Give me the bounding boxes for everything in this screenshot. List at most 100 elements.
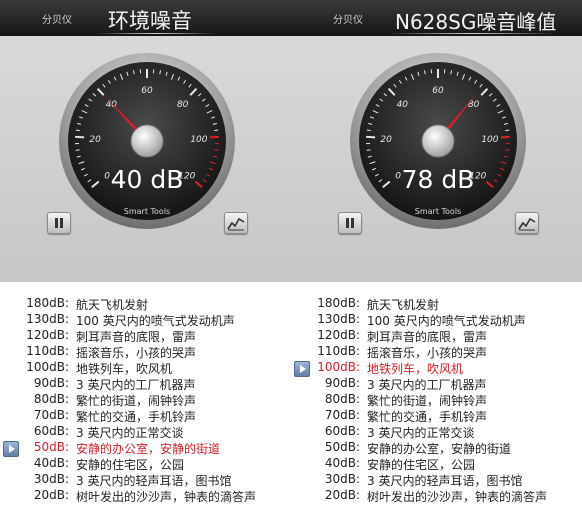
- list-item: 110dB: 摇滚音乐，小孩的哭声: [0, 344, 291, 360]
- gauge-tick: [75, 135, 85, 139]
- title-underline: [96, 33, 216, 34]
- gauge-reading: 40 dB: [111, 165, 184, 194]
- list-item: 90dB: 3 英尺内的工厂机器声: [0, 376, 291, 392]
- gauge-tick-label: 0: [104, 171, 110, 181]
- level-description: 100 英尺内的喷气式发动机声: [367, 314, 526, 328]
- gauge-tick: [209, 135, 219, 139]
- level-description: 树叶发出的沙沙声，钟表的滴答声: [367, 490, 548, 504]
- gauge-tick-label: 20: [380, 135, 392, 145]
- gauge-tick-label: 60: [141, 86, 153, 96]
- level-value: 180dB:: [317, 296, 360, 310]
- gauge-tick: [505, 129, 510, 132]
- brand-label: Smart Tools: [124, 207, 170, 216]
- list-item: 80dB: 繁忙的街道，闹钟铃声: [0, 392, 291, 408]
- list-item-current-level: 50dB: 安静的办公室，安静的街道: [0, 440, 291, 457]
- gauge-tick-label: 100: [190, 135, 207, 145]
- sound-level-gauge: 02040608010012078 dBSmart Tools: [350, 53, 526, 229]
- meter-area: 0 20 40 60 80 100 120 40 dB Smart Tools: [0, 36, 291, 282]
- list-item: 40dB: 安静的住宅区，公园: [0, 456, 291, 472]
- level-value: 120dB:: [26, 328, 69, 342]
- gauge-tick-label: 80: [177, 100, 189, 110]
- list-item: 180dB: 航天飞机发射: [0, 296, 291, 312]
- level-value: 100dB:: [26, 360, 69, 374]
- play-icon: [3, 441, 19, 457]
- level-description: 安静的办公室，安静的街道: [76, 442, 221, 456]
- list-item: 70dB: 繁忙的交通，手机铃声: [0, 408, 291, 424]
- level-description: 树叶发出的沙沙声，钟表的滴答声: [76, 490, 257, 504]
- list-item: 120dB: 刺耳声音的底限，雷声: [0, 328, 291, 344]
- gauge-tick: [75, 149, 80, 151]
- gauge-tick-label: 20: [89, 135, 101, 145]
- level-description: 繁忙的街道，闹钟铃声: [367, 394, 488, 408]
- level-value: 120dB:: [317, 328, 360, 342]
- level-value: 60dB:: [324, 424, 360, 438]
- list-item: 90dB: 3 英尺内的工厂机器声: [291, 376, 582, 392]
- level-value: 70dB:: [324, 408, 360, 422]
- gauge-tick: [505, 149, 510, 151]
- level-description: 安静的办公室，安静的街道: [367, 442, 512, 456]
- list-item: 40dB: 安静的住宅区，公园: [291, 456, 582, 472]
- gauge-tick: [366, 129, 371, 132]
- app-label: 分贝仪: [333, 15, 363, 26]
- level-value: 100dB:: [317, 360, 360, 374]
- list-item: 30dB: 3 英尺内的轻声耳语，图书馆: [0, 472, 291, 488]
- app-label: 分贝仪: [42, 15, 72, 26]
- level-value: 50dB:: [33, 440, 69, 454]
- level-description: 3 英尺内的正常交谈: [367, 426, 475, 440]
- level-value: 80dB:: [324, 392, 360, 406]
- gauge-tick: [214, 129, 219, 132]
- level-description: 繁忙的街道，闹钟铃声: [76, 394, 197, 408]
- gauge-tick-label: 40: [106, 100, 118, 110]
- level-description: 刺耳声音的底限，雷声: [76, 330, 197, 344]
- list-item: 130dB: 100 英尺内的喷气式发动机声: [0, 312, 291, 328]
- level-description: 摇滚音乐，小孩的哭声: [367, 346, 488, 360]
- gauge-tick: [366, 149, 371, 151]
- graph-button[interactable]: [515, 212, 539, 234]
- level-value: 90dB:: [324, 376, 360, 390]
- level-value: 50dB:: [324, 440, 360, 454]
- level-value: 60dB:: [33, 424, 69, 438]
- level-description: 3 英尺内的工厂机器声: [367, 378, 487, 392]
- gauge-reading: 78 dB: [402, 165, 475, 194]
- list-item: 60dB: 3 英尺内的正常交谈: [0, 424, 291, 440]
- level-value: 30dB:: [33, 472, 69, 486]
- title-underline: [387, 33, 557, 34]
- list-item: 100dB: 地铁列车，吹风机: [0, 360, 291, 376]
- title-bar: 分贝仪 环境噪音: [0, 0, 291, 36]
- level-value: 130dB:: [26, 312, 69, 326]
- pause-button[interactable]: [47, 212, 71, 234]
- left-panel: 分贝仪 环境噪音 0 20 40 60 80 100 120 40 dB Smart Tools…: [0, 0, 291, 518]
- right-panel: 分贝仪 N628SG噪音峰值 0 20 40 60 80 100 120 78 dB Smart…: [291, 0, 582, 518]
- list-item: 60dB: 3 英尺内的正常交谈: [291, 424, 582, 440]
- list-item: 80dB: 繁忙的街道，闹钟铃声: [291, 392, 582, 408]
- pause-button[interactable]: [338, 212, 362, 234]
- level-value: 30dB:: [324, 472, 360, 486]
- list-item: 180dB: 航天飞机发射: [291, 296, 582, 312]
- level-value: 20dB:: [33, 488, 69, 502]
- list-item: 20dB: 树叶发出的沙沙声，钟表的滴答声: [291, 488, 582, 504]
- graph-button[interactable]: [224, 212, 248, 234]
- level-value: 80dB:: [33, 392, 69, 406]
- play-icon: [294, 361, 310, 377]
- gauge-hub: [130, 124, 164, 158]
- gauge-tick-label: 40: [397, 100, 409, 110]
- level-value: 180dB:: [26, 296, 69, 310]
- gauge-tick-label: 100: [481, 135, 498, 145]
- level-value: 110dB:: [317, 344, 360, 358]
- level-description: 刺耳声音的底限，雷声: [367, 330, 488, 344]
- gauge-tick: [500, 135, 510, 139]
- list-item: 130dB: 100 英尺内的喷气式发动机声: [291, 312, 582, 328]
- level-value: 90dB:: [33, 376, 69, 390]
- gauge-tick: [366, 135, 376, 139]
- level-description: 3 英尺内的正常交谈: [76, 426, 184, 440]
- level-value: 70dB:: [33, 408, 69, 422]
- level-value: 20dB:: [324, 488, 360, 502]
- list-item: 120dB: 刺耳声音的底限，雷声: [291, 328, 582, 344]
- level-description: 航天飞机发射: [367, 298, 440, 312]
- list-item: 20dB: 树叶发出的沙沙声，钟表的滴答声: [0, 488, 291, 504]
- list-item: 50dB: 安静的办公室，安静的街道: [291, 440, 582, 456]
- level-description: 繁忙的交通，手机铃声: [367, 410, 488, 424]
- list-item: 70dB: 繁忙的交通，手机铃声: [291, 408, 582, 424]
- level-description: 3 英尺内的轻声耳语，图书馆: [76, 474, 232, 488]
- chart-icon: [227, 217, 245, 231]
